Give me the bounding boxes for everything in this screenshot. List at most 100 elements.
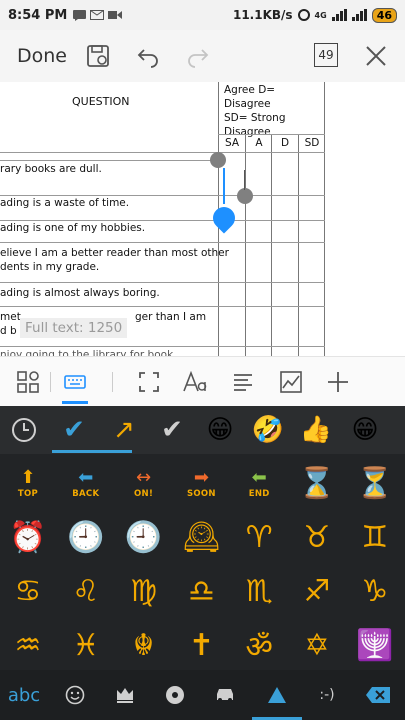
emoji-glyph: ♒ (14, 628, 42, 663)
emoji-glyph: ♏ (245, 574, 273, 609)
emoji-key[interactable]: ♓ (58, 618, 114, 673)
emoji-keyboard: ✔ ↗ ✔ 😁 🤣 👍 😁 ⬆ TOP ⬅ BACK ↔ ON! ➡ SOON ⬅ END ⌛ ⏳ ⏰ 🕘… (0, 406, 405, 720)
save-icon[interactable] (84, 42, 112, 70)
emoji-key-on[interactable]: ↔ ON! (116, 456, 172, 511)
insert-plus-icon[interactable] (325, 369, 351, 395)
keyboard-icon[interactable] (62, 369, 88, 395)
emoji-key[interactable]: ♉ (289, 510, 345, 565)
insert-chart-icon[interactable] (278, 369, 304, 395)
layout-grid-icon[interactable] (15, 369, 41, 395)
emoji-glyph: ♐ (303, 574, 331, 609)
table-row-fragment: ger than I am (135, 311, 207, 323)
paragraph-align-icon[interactable] (230, 369, 256, 395)
emoji-key[interactable]: ♊ (347, 510, 403, 565)
recent-emoji[interactable]: 😁 (202, 412, 238, 448)
emoji-glyph: ♋ (14, 574, 42, 609)
emoji-key-end[interactable]: ⬅ END (231, 456, 287, 511)
column-sa: SA (224, 137, 240, 149)
status-bar: 8:54 PM 11.1KB/s 4G 46 (0, 0, 405, 30)
emoji-key[interactable]: 🕰 (173, 510, 229, 565)
selection-end-handle[interactable] (237, 188, 253, 204)
car-category-icon[interactable] (205, 680, 245, 710)
editor-toolbar: Done 49 (0, 30, 405, 82)
emoji-key-soon[interactable]: ➡ SOON (173, 456, 229, 511)
smiley-category-icon[interactable] (55, 680, 95, 710)
emoji-glyph: ♌ (72, 574, 100, 609)
emoji-key[interactable]: ♈ (231, 510, 287, 565)
column-d: D (280, 137, 290, 149)
crown-category-icon[interactable] (105, 680, 145, 710)
emoji-glyph: ⬅ (78, 466, 94, 488)
emoji-key[interactable]: ♌ (58, 564, 114, 619)
emoji-key-top[interactable]: ⬆ TOP (0, 456, 56, 511)
fullscreen-icon[interactable] (136, 369, 162, 395)
table-row: ading is a waste of time. (0, 197, 130, 209)
emoji-key[interactable]: ♑ (347, 564, 403, 619)
recent-emoji[interactable]: 👍 (298, 412, 334, 448)
page-count-button[interactable]: 49 (314, 43, 338, 67)
question-header: QUESTION (72, 95, 130, 108)
recent-emoji[interactable]: ↗ (106, 412, 142, 448)
emoji-glyph: 🕘 (124, 520, 163, 555)
emoji-glyph: ♉ (303, 520, 331, 555)
redo-icon[interactable] (184, 42, 212, 70)
emoticon-category-button[interactable]: :-) (307, 680, 347, 710)
emoji-category-bar: ✔ ↗ ✔ 😁 🤣 👍 😁 (0, 406, 405, 454)
emoji-key-label: SOON (186, 488, 216, 499)
emoji-key[interactable]: ♒ (0, 618, 56, 673)
font-format-icon[interactable] (183, 369, 209, 395)
message-icon (73, 9, 87, 21)
done-button[interactable]: Done (17, 45, 77, 67)
abc-switch-button[interactable]: abc (4, 680, 44, 710)
emoji-glyph: ॐ (245, 630, 273, 665)
emoji-key[interactable]: ♐ (289, 564, 345, 619)
selection-start-handle[interactable] (210, 152, 226, 168)
emoji-key[interactable]: 🕘 (116, 510, 172, 565)
emoji-glyph: ♍ (130, 574, 158, 609)
emoji-key[interactable]: ☬ (116, 618, 172, 673)
status-time: 8:54 PM (8, 7, 68, 23)
category-active-indicator (52, 450, 132, 453)
emoji-key[interactable]: 🕎 (347, 618, 403, 673)
emoji-key-back[interactable]: ⬅ BACK (58, 456, 114, 511)
close-icon[interactable] (362, 42, 390, 70)
full-text-count: Full text: 1250 (20, 318, 128, 338)
recent-emoji[interactable]: ✔ (56, 412, 92, 448)
recent-emoji[interactable]: 😁 (347, 412, 383, 448)
recent-clock-icon[interactable] (6, 412, 42, 448)
emoji-key[interactable]: ✡ (289, 618, 345, 673)
emoji-key[interactable]: ✝ (173, 618, 229, 673)
network-speed: 11.1KB/s (232, 8, 293, 22)
emoji-key[interactable]: ♋ (0, 564, 56, 619)
emoji-key[interactable]: ♎ (173, 564, 229, 619)
email-icon (90, 10, 105, 20)
emoji-key[interactable]: ♏ (231, 564, 287, 619)
emoji-key[interactable]: ⌛ (289, 456, 345, 511)
recent-emoji[interactable]: 🤣 (250, 412, 286, 448)
emoji-key-label: TOP (17, 488, 39, 499)
screen: 8:54 PM 11.1KB/s 4G 46 Done 49 QUESTION … (0, 0, 405, 720)
emoji-key[interactable]: ♍ (116, 564, 172, 619)
undo-icon[interactable] (134, 42, 162, 70)
emoji-key[interactable]: ⏳ (347, 456, 403, 511)
document-view[interactable]: QUESTION Agree D= Disagree SD= Strong Di… (0, 82, 405, 356)
video-icon (108, 11, 123, 19)
emoji-key[interactable]: ⏰ (0, 510, 56, 565)
emoji-key[interactable]: ॐ (231, 618, 287, 673)
alarm-icon (297, 9, 310, 21)
emoji-key[interactable]: 🕘 (58, 510, 114, 565)
emoji-glyph: ♑ (361, 574, 389, 609)
flower-category-icon[interactable] (155, 680, 195, 710)
emoji-key-label: BACK (72, 488, 100, 499)
table-row: rary books are dull. (0, 163, 102, 175)
recent-emoji[interactable]: ✔ (154, 412, 190, 448)
scale-legend: Agree D= Disagree SD= Strong Disagree (224, 84, 286, 138)
emoji-glyph: ♓ (72, 628, 100, 663)
symbols-category-icon[interactable] (257, 680, 297, 710)
emoji-glyph: ✝ (188, 628, 214, 663)
signal-icon (331, 9, 347, 21)
emoji-key-label: ON! (134, 488, 154, 499)
cursor-drag-handle[interactable] (208, 202, 240, 234)
text-cursor (223, 168, 225, 204)
backspace-icon[interactable] (358, 680, 398, 710)
